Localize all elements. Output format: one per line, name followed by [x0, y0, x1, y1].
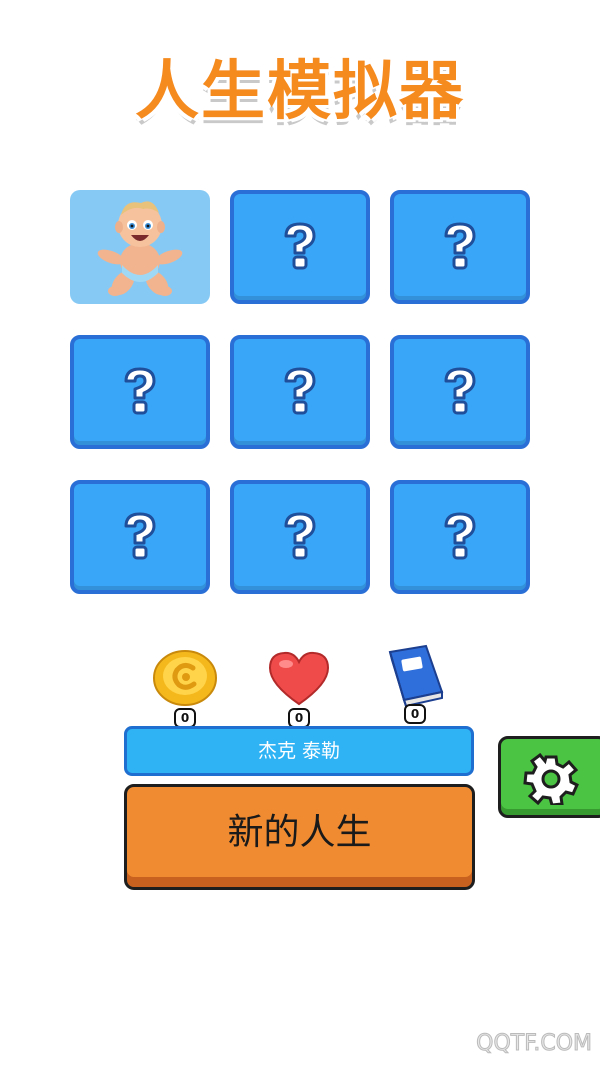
question-mark-icon — [124, 512, 156, 560]
game-home-screen: 人生模拟器 0 0 0 杰克 泰勒 新的人生 QQTF.COM — [0, 0, 600, 1066]
settings-button[interactable] — [498, 736, 600, 818]
question-mark-icon — [444, 367, 476, 415]
baby-character-icon — [97, 201, 183, 296]
book-stat: 0 — [380, 644, 450, 724]
character-slot-1[interactable] — [70, 190, 210, 304]
character-grid — [70, 190, 530, 595]
character-slot-5[interactable] — [230, 335, 370, 449]
heart-icon — [268, 651, 330, 706]
question-mark-icon — [444, 222, 476, 270]
character-slot-3[interactable] — [390, 190, 530, 304]
book-icon — [388, 644, 444, 708]
gear-icon — [523, 753, 579, 805]
heart-count: 0 — [288, 708, 310, 728]
character-slot-9[interactable] — [390, 480, 530, 594]
question-mark-icon — [284, 512, 316, 560]
character-slot-7[interactable] — [70, 480, 210, 594]
character-slot-6[interactable] — [390, 335, 530, 449]
coin-count: 0 — [174, 708, 196, 728]
game-title: 人生模拟器 — [135, 55, 465, 129]
watermark: QQTF.COM — [476, 1031, 593, 1057]
question-mark-icon — [444, 512, 476, 560]
coin-stat: 0 — [150, 648, 220, 728]
player-name-bar[interactable]: 杰克 泰勒 — [124, 726, 474, 776]
character-slot-4[interactable] — [70, 335, 210, 449]
coin-icon — [153, 650, 217, 706]
character-slot-2[interactable] — [230, 190, 370, 304]
question-mark-icon — [284, 367, 316, 415]
question-mark-icon — [124, 367, 156, 415]
heart-stat: 0 — [264, 648, 334, 728]
book-count: 0 — [404, 704, 426, 724]
new-life-button[interactable]: 新的人生 — [124, 784, 475, 890]
question-mark-icon — [284, 222, 316, 270]
character-slot-8[interactable] — [230, 480, 370, 594]
